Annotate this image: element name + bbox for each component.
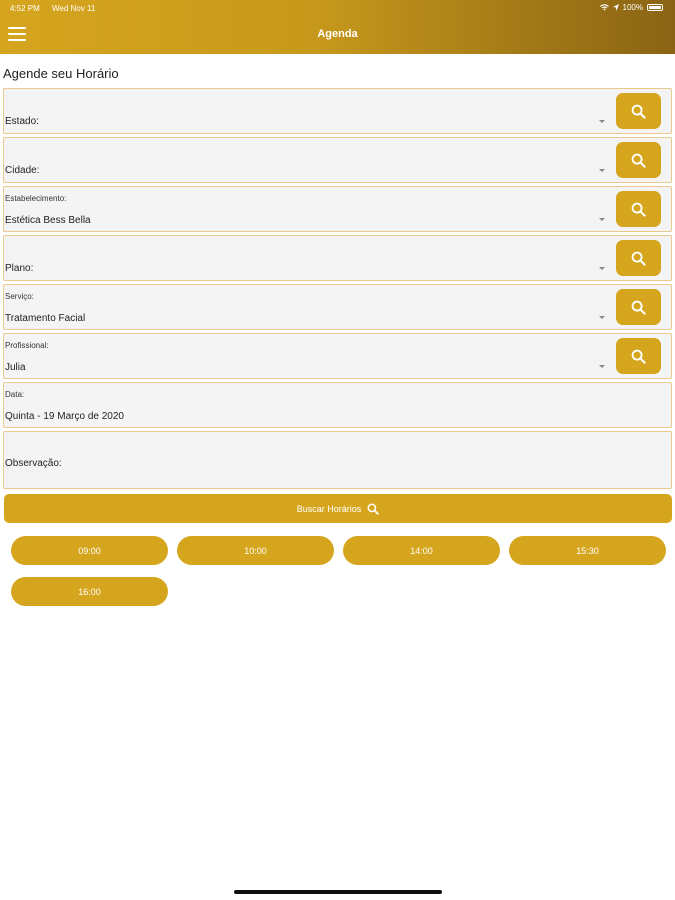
observation-field[interactable]: Observação: [3, 431, 672, 489]
app-header: 4:52 PM Wed Nov 11 100% Agenda [0, 0, 675, 54]
search-icon [631, 300, 646, 315]
battery-icon [647, 4, 663, 11]
servico-search-button[interactable] [616, 289, 661, 325]
estabelecimento-select[interactable]: Estabelecimento: Estética Bess Bella [3, 186, 672, 232]
time-slot-button[interactable]: 09:00 [11, 536, 168, 565]
field-label: Observação: [5, 458, 62, 469]
field-value: Julia [5, 362, 26, 373]
time-slot-button[interactable]: 15:30 [509, 536, 666, 565]
plano-select[interactable]: Plano: [3, 235, 672, 281]
field-value: Tratamento Facial [5, 313, 86, 324]
chevron-down-icon [599, 267, 605, 270]
field-label: Serviço: [5, 292, 34, 301]
estado-search-button[interactable] [616, 93, 661, 129]
status-time: 4:52 PM [10, 4, 40, 13]
section-title: Agende seu Horário [3, 66, 119, 81]
field-value: Quinta - 19 Março de 2020 [5, 411, 124, 422]
estado-select[interactable]: Estado: [3, 88, 672, 134]
chevron-down-icon [599, 169, 605, 172]
servico-select[interactable]: Serviço: Tratamento Facial [3, 284, 672, 330]
search-times-button[interactable]: Buscar Horários [4, 494, 672, 523]
status-indicators: 100% [599, 3, 663, 12]
location-icon [612, 4, 619, 11]
search-icon [631, 104, 646, 119]
time-slot-button[interactable]: 16:00 [11, 577, 168, 606]
chevron-down-icon [599, 218, 605, 221]
search-icon [631, 202, 646, 217]
time-slot-button[interactable]: 10:00 [177, 536, 334, 565]
profissional-search-button[interactable] [616, 338, 661, 374]
search-icon [631, 153, 646, 168]
page-title: Agenda [317, 28, 358, 40]
field-label: Estabelecimento: [5, 194, 67, 203]
date-field[interactable]: Data: Quinta - 19 Março de 2020 [3, 382, 672, 428]
cidade-search-button[interactable] [616, 142, 661, 178]
cidade-select[interactable]: Cidade: [3, 137, 672, 183]
chevron-down-icon [599, 316, 605, 319]
wifi-icon [599, 4, 609, 11]
plano-search-button[interactable] [616, 240, 661, 276]
estabelecimento-search-button[interactable] [616, 191, 661, 227]
time-slot-button[interactable]: 14:00 [343, 536, 500, 565]
status-date: Wed Nov 11 [52, 4, 96, 13]
search-icon [631, 349, 646, 364]
search-icon [631, 251, 646, 266]
search-icon [367, 503, 379, 515]
field-label: Data: [5, 390, 25, 399]
chevron-down-icon [599, 120, 605, 123]
home-indicator[interactable] [234, 890, 442, 894]
field-label: Profissional: [5, 341, 49, 350]
field-label: Cidade: [5, 165, 40, 176]
battery-percent: 100% [622, 3, 643, 12]
field-value: Estética Bess Bella [5, 215, 91, 226]
field-label: Estado: [5, 116, 39, 127]
profissional-select[interactable]: Profissional: Julia [3, 333, 672, 379]
chevron-down-icon [599, 365, 605, 368]
status-bar: 4:52 PM Wed Nov 11 100% [0, 0, 675, 16]
field-label: Plano: [5, 263, 34, 274]
search-times-label: Buscar Horários [296, 503, 362, 514]
